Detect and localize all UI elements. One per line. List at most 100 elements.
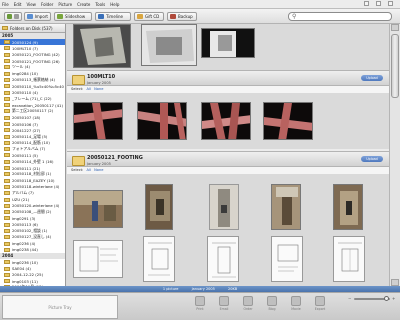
sidebar-folder-label: 20050120-winterlane (4): [12, 203, 60, 209]
photo-thumbnail[interactable]: [263, 102, 313, 140]
menu-edit[interactable]: Edit: [14, 2, 22, 7]
photo-thumbnail[interactable]: [201, 28, 255, 58]
group-upload-button[interactable]: Upload: [361, 75, 383, 81]
gift-cd-button[interactable]: Gift CD: [134, 12, 164, 21]
folder-icon: [4, 210, 10, 215]
sidebar-folder-label: 2004-12-22 (25): [12, 272, 44, 278]
select-none-link[interactable]: None: [94, 87, 103, 91]
sidebar-folder-label: img0238 (44): [12, 247, 38, 253]
photo-thumbnail[interactable]: [271, 236, 303, 282]
picture-tray-label: Picture Tray: [48, 304, 72, 310]
picture-tray[interactable]: Picture Tray: [2, 295, 118, 319]
slideshow-icon: [57, 14, 63, 19]
sidebar-folder-label: 20041227 (27): [12, 127, 41, 133]
folder-icon: [4, 272, 10, 277]
close-icon[interactable]: [388, 1, 393, 6]
photo-thumbnail[interactable]: [137, 102, 187, 140]
toolbar: Import Slideshow Timeline Gift CD Backup…: [0, 9, 400, 24]
backup-label: Backup: [178, 14, 193, 19]
print-button[interactable]: Print: [192, 296, 208, 311]
photo-thumbnail[interactable]: [145, 184, 173, 230]
folder-icon: [4, 241, 10, 246]
menu-file[interactable]: File: [2, 2, 9, 7]
folder-icon: [4, 122, 10, 126]
sidebar-folder-label: 20050102_相談 (1): [12, 228, 48, 234]
zoom-in-icon[interactable]: +: [392, 296, 395, 301]
timeline-icon: [98, 14, 104, 19]
photo-thumbnail[interactable]: [333, 184, 363, 230]
back-button[interactable]: [4, 12, 22, 21]
zoom-out-icon[interactable]: −: [348, 296, 351, 301]
group-title: 20050121_FOOTING: [87, 155, 143, 161]
sidebar-folder-label: img0291 (3): [12, 215, 36, 221]
backup-icon: [170, 14, 176, 19]
blog-label: Blog: [268, 307, 276, 311]
scroll-up-icon[interactable]: [391, 24, 399, 31]
folders-icon: [2, 26, 8, 30]
order-label: Order: [243, 307, 253, 311]
movie-label: Movie: [291, 307, 301, 311]
backup-button[interactable]: Backup: [167, 12, 197, 21]
select-label: Select:: [71, 168, 84, 172]
photo-thumbnail[interactable]: [207, 236, 239, 282]
folder-icon: [4, 184, 10, 189]
search-field[interactable]: ⚲: [288, 12, 392, 21]
photo-thumbnail[interactable]: [209, 184, 239, 230]
folder-icon: [4, 90, 10, 95]
minimize-icon[interactable]: [364, 1, 369, 6]
group-title: 100MLT10: [87, 74, 116, 80]
vertical-scrollbar[interactable]: [389, 24, 400, 286]
photo-thumbnail[interactable]: [143, 236, 175, 282]
blog-button[interactable]: Blog: [264, 296, 280, 311]
group-date: January 2005: [87, 162, 111, 166]
menu-tools[interactable]: Tools: [95, 2, 105, 7]
folder-icon: [4, 178, 10, 183]
folder-icon: [72, 75, 85, 85]
select-all-link[interactable]: All: [86, 168, 90, 172]
photo-thumbnail[interactable]: [141, 24, 197, 66]
movie-button[interactable]: Movie: [288, 296, 304, 311]
sidebar-header[interactable]: Folders on Disk (537): [0, 24, 65, 33]
folder-icon: [4, 197, 10, 202]
export-button[interactable]: Export: [312, 296, 328, 311]
photo-thumbnail[interactable]: [271, 184, 301, 230]
zoom-knob[interactable]: [384, 296, 389, 301]
folder-icon: [4, 229, 10, 234]
sidebar-folder-label: UZU (21): [12, 197, 30, 203]
select-none-link[interactable]: None: [94, 168, 103, 172]
zoom-slider[interactable]: − +: [348, 296, 396, 301]
photo-thumbnail[interactable]: [73, 190, 123, 228]
maximize-icon[interactable]: [376, 1, 381, 6]
folder-icon: [4, 59, 10, 64]
import-button[interactable]: Import: [24, 12, 51, 21]
select-label: Select:: [71, 87, 84, 91]
photo-thumbnail[interactable]: [73, 24, 131, 68]
order-button[interactable]: Order: [240, 296, 256, 311]
menu-create[interactable]: Create: [77, 2, 90, 7]
sidebar-folder-label: 20050111 (21): [12, 165, 41, 171]
photo-thumbnail[interactable]: [73, 102, 123, 140]
folder-icon: [72, 156, 85, 166]
folder-icon: [4, 77, 10, 82]
slideshow-button[interactable]: Slideshow: [54, 12, 92, 21]
photo-thumbnail[interactable]: [333, 236, 365, 282]
menu-folder[interactable]: Folder: [41, 2, 53, 7]
scroll-down-icon[interactable]: [391, 279, 399, 286]
slideshow-label: Slideshow: [65, 14, 86, 19]
menu-view[interactable]: View: [26, 2, 36, 7]
photo-thumbnail[interactable]: [73, 240, 123, 278]
movie-icon: [291, 296, 301, 306]
export-icon: [315, 296, 325, 306]
sidebar-folder-label: img0236 (4): [12, 241, 36, 247]
folder-icon: [4, 96, 10, 101]
menu-help[interactable]: Help: [110, 2, 119, 7]
select-all-link[interactable]: All: [86, 87, 90, 91]
group-upload-button[interactable]: Upload: [361, 156, 383, 162]
menu-picture[interactable]: Picture: [58, 2, 72, 7]
menu-bar: File Edit View Folder Picture Create Too…: [0, 0, 400, 9]
timeline-button[interactable]: Timeline: [95, 12, 131, 21]
sidebar-folder-label: 20050118_EAZEY (10): [12, 178, 55, 184]
photo-thumbnail[interactable]: [201, 102, 251, 140]
email-button[interactable]: Email: [216, 296, 232, 311]
scroll-thumb[interactable]: [391, 34, 399, 98]
